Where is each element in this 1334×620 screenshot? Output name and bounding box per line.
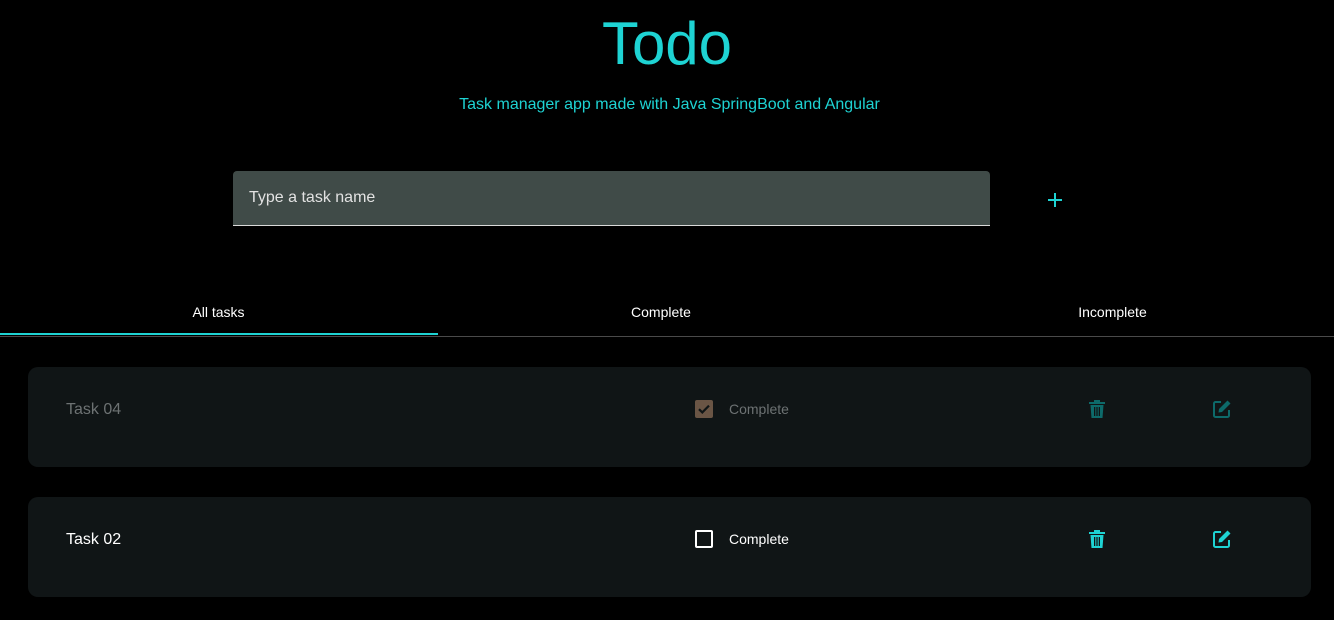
- edit-task-button[interactable]: [1211, 398, 1233, 420]
- page-subtitle: Task manager app made with Java SpringBo…: [459, 96, 880, 113]
- active-tab-indicator: [0, 333, 438, 335]
- task-card: Task 02 Complete: [28, 497, 1311, 597]
- page-title: Todo: [601, 10, 733, 77]
- add-task-button[interactable]: [1039, 184, 1071, 216]
- task-name: Task 02: [66, 531, 122, 548]
- checkmark-icon: [698, 404, 710, 414]
- tab-incomplete[interactable]: Incomplete: [885, 288, 1334, 336]
- edit-task-button[interactable]: [1211, 528, 1233, 550]
- todo-page: Todo Task manager app made with Java Spr…: [0, 0, 1334, 620]
- trash-icon: [1089, 400, 1105, 418]
- filter-tabs: All tasks Complete Incomplete: [0, 288, 1334, 337]
- delete-task-button[interactable]: [1086, 399, 1108, 419]
- edit-icon: [1213, 400, 1231, 418]
- complete-checkbox[interactable]: [695, 400, 713, 418]
- trash-icon: [1089, 530, 1105, 548]
- complete-label: Complete: [729, 401, 789, 417]
- complete-checkbox[interactable]: [695, 530, 713, 548]
- task-name-input[interactable]: [233, 171, 990, 225]
- task-name: Task 04: [66, 401, 122, 418]
- tab-all-tasks[interactable]: All tasks: [0, 288, 437, 336]
- complete-label: Complete: [729, 531, 789, 547]
- task-card: Task 04 Complete: [28, 367, 1311, 467]
- delete-task-button[interactable]: [1086, 529, 1108, 549]
- plus-icon: [1048, 193, 1062, 207]
- edit-icon: [1213, 530, 1231, 548]
- tab-complete[interactable]: Complete: [437, 288, 885, 336]
- task-input-field: [233, 171, 990, 226]
